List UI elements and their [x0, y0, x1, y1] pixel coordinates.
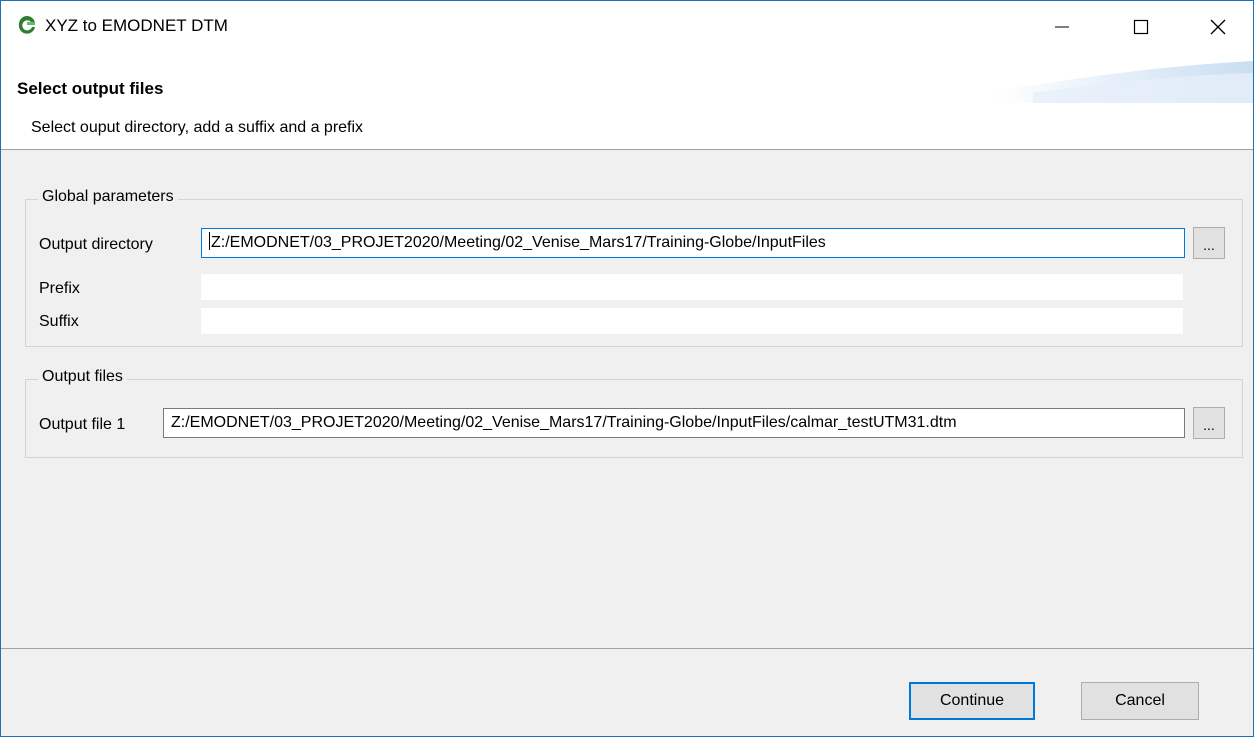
wizard-header: Select output files Select ouput directo…: [1, 53, 1253, 150]
prefix-field[interactable]: [201, 274, 1183, 300]
output-file-1-label: Output file 1: [39, 416, 126, 433]
globe-g-icon: [18, 16, 35, 34]
output-files-legend: Output files: [38, 368, 127, 386]
global-parameters-legend: Global parameters: [38, 188, 178, 206]
output-directory-field[interactable]: Z:/EMODNET/03_PROJET2020/Meeting/02_Veni…: [201, 228, 1185, 258]
minimize-icon: [1055, 26, 1069, 28]
maximize-icon: [1133, 19, 1149, 35]
maximize-button[interactable]: [1112, 1, 1170, 53]
page-title: Select output files: [17, 79, 164, 98]
dialog-window: XYZ to EMODNET DTM Select output files S…: [0, 0, 1254, 737]
output-directory-browse-button[interactable]: ...: [1193, 227, 1225, 259]
page-description: Select ouput directory, add a suffix and…: [31, 119, 364, 136]
close-button[interactable]: [1189, 1, 1247, 53]
text-caret: [209, 232, 210, 251]
suffix-label: Suffix: [39, 313, 79, 330]
window-title: XYZ to EMODNET DTM: [45, 16, 228, 35]
title-bar[interactable]: XYZ to EMODNET DTM: [1, 1, 1253, 53]
footer-divider: [1, 648, 1253, 649]
continue-button[interactable]: Continue: [909, 682, 1035, 720]
header-banner-decoration: [993, 61, 1253, 103]
suffix-field[interactable]: [201, 308, 1183, 334]
output-file-1-field[interactable]: Z:/EMODNET/03_PROJET2020/Meeting/02_Veni…: [163, 408, 1185, 438]
cancel-button[interactable]: Cancel: [1081, 682, 1199, 720]
output-files-group: Output files Output file 1 Z:/EMODNET/03…: [25, 368, 1243, 458]
prefix-label: Prefix: [39, 280, 80, 297]
close-icon: [1210, 19, 1226, 35]
minimize-button[interactable]: [1033, 1, 1091, 53]
output-directory-value: Z:/EMODNET/03_PROJET2020/Meeting/02_Veni…: [211, 234, 826, 251]
output-file-1-browse-button[interactable]: ...: [1193, 407, 1225, 439]
global-parameters-group: Global parameters Output directory Z:/EM…: [25, 188, 1243, 347]
output-directory-label: Output directory: [39, 236, 153, 253]
